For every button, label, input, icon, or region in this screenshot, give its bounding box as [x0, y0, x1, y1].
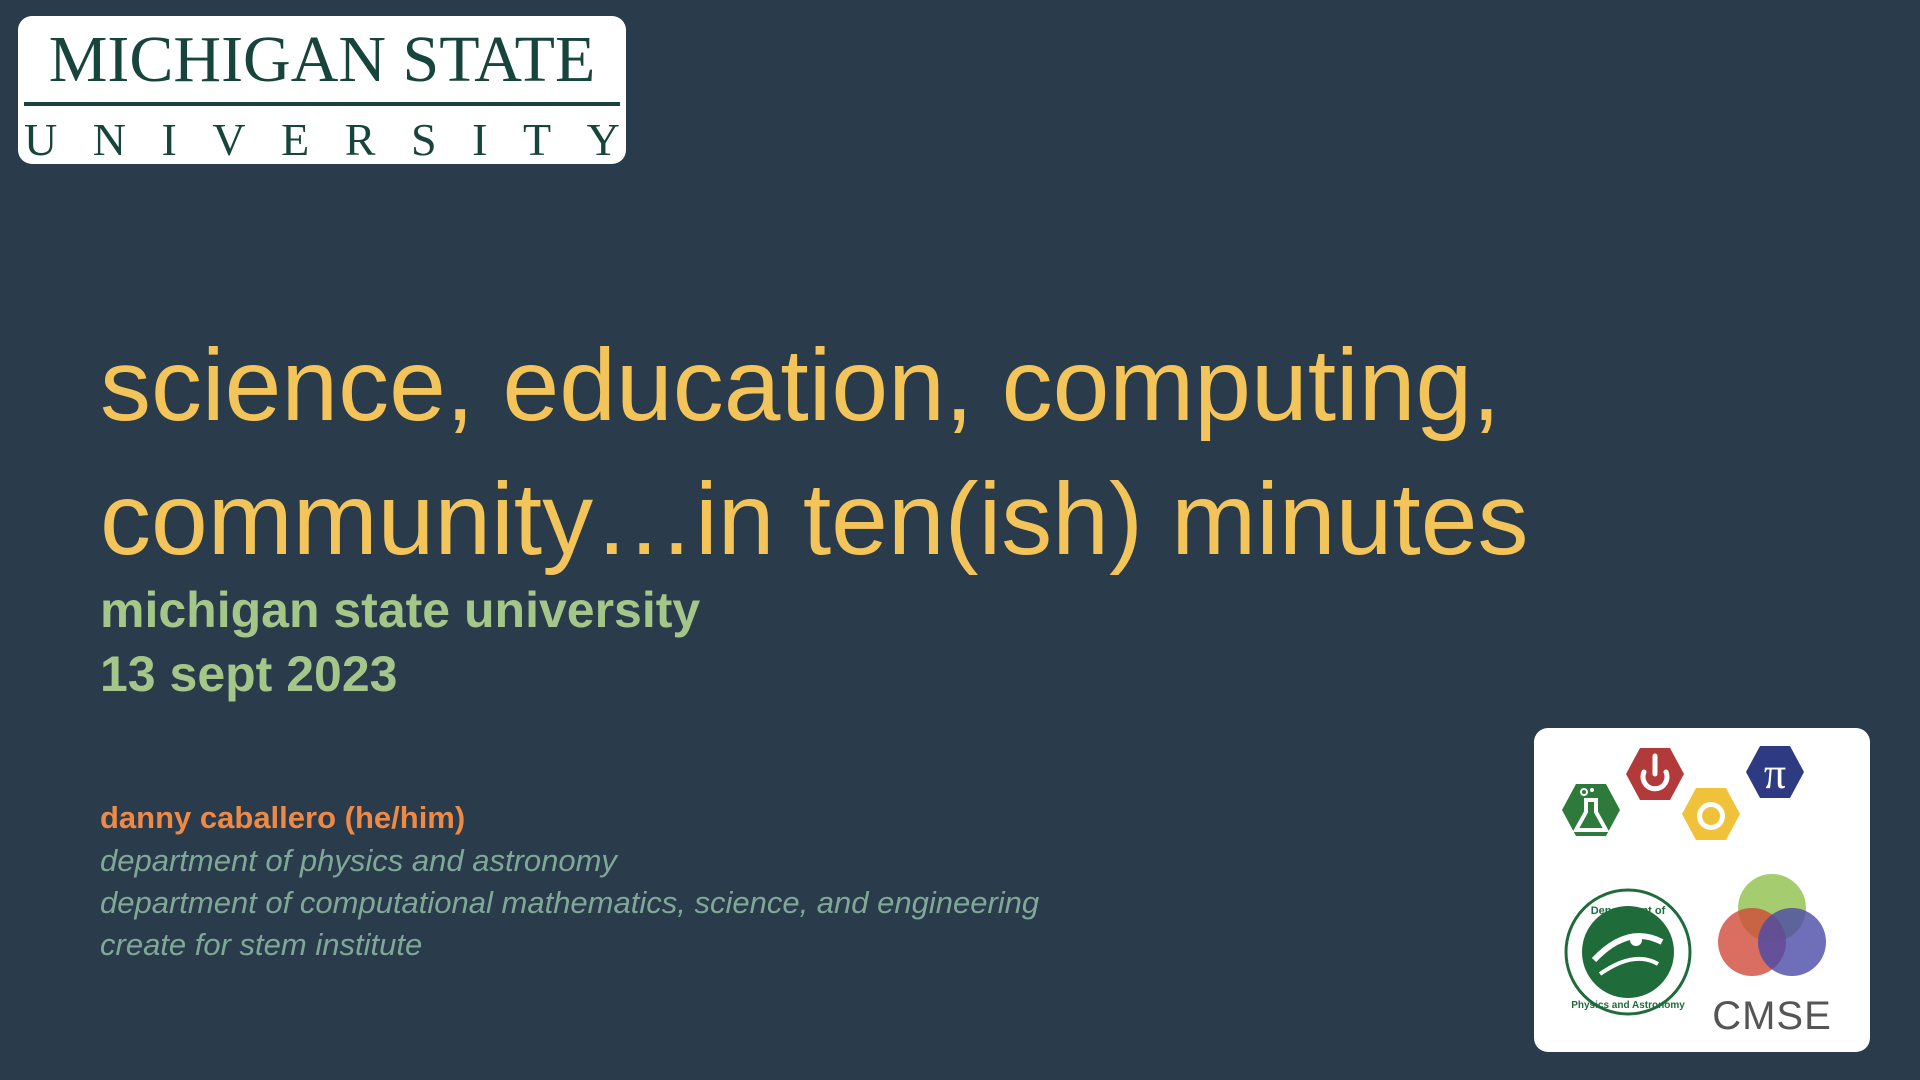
- logo-line-university: U N I V E R S I T Y: [24, 116, 620, 164]
- slide-subtitle: michigan state university 13 sept 2023: [100, 578, 700, 706]
- logo-letter: R: [344, 114, 376, 164]
- cmse-venn-icon: [1718, 874, 1826, 976]
- logo-letter: N: [92, 114, 126, 164]
- affiliation-item: department of physics and astronomy: [100, 843, 617, 878]
- seal-text-top: Department of: [1591, 905, 1666, 917]
- slide-title: science, education, computing, community…: [100, 318, 1800, 586]
- cmse-label: CMSE: [1712, 994, 1832, 1038]
- logo-letter: E: [281, 114, 310, 164]
- logo-letter: V: [212, 114, 246, 164]
- logo-letter: T: [523, 114, 552, 164]
- department-seal-icon: Department of Physics and Astronomy: [1564, 888, 1692, 1016]
- seal-text-bottom: Physics and Astronomy: [1571, 1000, 1685, 1011]
- pi-symbol: π: [1764, 749, 1786, 798]
- gear-hex-icon: [1682, 788, 1740, 840]
- title-line-2: community…in ten(ish) minutes: [100, 462, 1529, 576]
- logo-rule: [24, 102, 620, 106]
- affiliation-item: create for stem institute: [100, 927, 423, 962]
- subtitle-institution: michigan state university: [100, 582, 701, 638]
- logo-letter: Y: [586, 114, 620, 164]
- pi-hex-icon: π: [1746, 746, 1804, 798]
- logo-letter: U: [24, 114, 58, 164]
- author-name: danny caballero (he/him): [100, 800, 466, 835]
- affiliation-item: department of computational mathematics,…: [100, 885, 1040, 920]
- affiliations: department of physics and astronomy depa…: [100, 840, 1039, 966]
- subtitle-date: 13 sept 2023: [100, 646, 398, 702]
- logo-line-michigan-state: MICHIGAN STATE: [48, 23, 596, 96]
- partner-logos: π Department of Physics and Astronomy CM…: [1534, 728, 1870, 1052]
- title-line-1: science, education, computing,: [100, 328, 1501, 442]
- logo-letter: S: [411, 114, 437, 164]
- power-hex-icon: [1626, 748, 1684, 800]
- logo-letter: I: [472, 114, 488, 164]
- flask-hex-icon: [1562, 784, 1620, 836]
- logo-letter: I: [161, 114, 177, 164]
- msu-logo: MICHIGAN STATE U N I V E R S I T Y: [18, 16, 626, 164]
